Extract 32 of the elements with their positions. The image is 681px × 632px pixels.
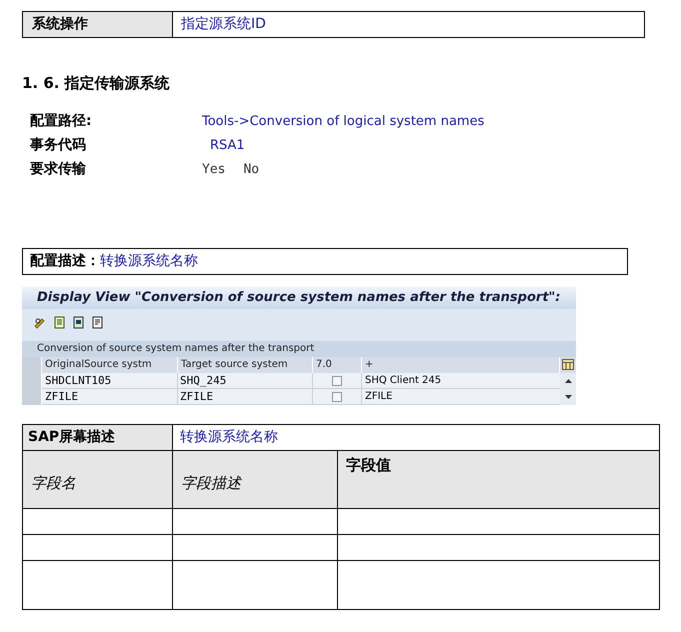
- description-value: 转换源系统名称: [100, 252, 198, 270]
- field-label: 配置路径:: [30, 112, 93, 131]
- field-label: 要求传输: [30, 160, 87, 179]
- option-text: Yes: [202, 160, 226, 179]
- document-icon[interactable]: [72, 316, 85, 329]
- checkbox[interactable]: [332, 392, 342, 402]
- label-cell: SAP屏幕描述: [23, 424, 173, 450]
- table-cell-text: ZFILE: [364, 390, 394, 404]
- description-label: 配置描述：: [30, 252, 100, 270]
- column-header: 字段名: [23, 450, 173, 508]
- pencil-glasses-icon[interactable]: [34, 316, 47, 329]
- field-value: RSA1: [209, 136, 245, 155]
- table-cell-text: SHQ Client 245: [364, 374, 442, 388]
- checkbox[interactable]: [332, 376, 342, 386]
- option-text: No: [243, 160, 260, 179]
- document-icon[interactable]: [53, 316, 66, 329]
- scroll-down-icon[interactable]: [564, 394, 572, 399]
- table-settings-icon[interactable]: [562, 359, 574, 370]
- window-title: Display View "Conversion of source system names after the transport":: [22, 286, 576, 308]
- column-header: 字段值: [338, 450, 659, 508]
- table-cell: ZFILE: [178, 388, 313, 405]
- scroll-up-icon[interactable]: [564, 378, 572, 383]
- column-header: 字段描述: [173, 450, 338, 508]
- document-icon[interactable]: [91, 316, 104, 329]
- table-cell: ZFILE: [42, 388, 178, 405]
- field-label: 事务代码: [30, 136, 87, 155]
- table-title: Conversion of source system names after the transport: [22, 340, 576, 356]
- value-cell-text: 指定源系统ID: [180, 15, 267, 34]
- section-heading: 1. 6. 指定传输源系统: [22, 73, 170, 94]
- label-cell: 系统操作: [23, 12, 173, 37]
- field-value: Tools->Conversion of logical system names: [202, 112, 484, 131]
- row-selector: [22, 356, 42, 372]
